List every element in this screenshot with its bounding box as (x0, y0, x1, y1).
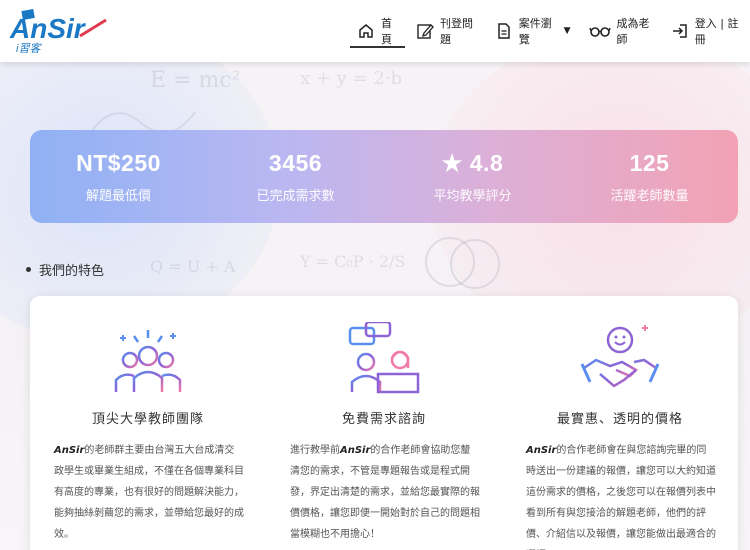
nav-become-teacher-label: 成為老師 (616, 17, 650, 46)
stat-value: ★ 4.8 (441, 149, 504, 176)
feature-transparent-pricing: 最實惠、透明的價格 AnSir的合作老師會在與您諮詢完畢的同時送出一份建議的報價… (502, 296, 738, 550)
logo-text: AnSir (9, 13, 87, 44)
feature-description-text: 的合作老師會在與您諮詢完畢的同時送出一份建議的報價，讓您可以大約知道這份需求的價… (526, 445, 716, 540)
ansir-logo[interactable]: AnSir i習客 (8, 6, 118, 55)
nav-browse-cases[interactable]: 案件瀏覽 ▼ (486, 0, 580, 62)
feature-description-text: 的合作老師會協助您釐清您的需求，不管是專題報告或是程式開發，界定出清楚的需求，並… (290, 445, 480, 540)
brand-name: AnSir (526, 445, 557, 456)
stat-completed-requests: 3456 已完成需求數 (207, 150, 384, 204)
stats-banner: NT$250 解題最低價 3456 已完成需求數 ★ 4.8 平均教學評分 12… (30, 130, 738, 223)
stat-value: 3456 (268, 149, 323, 176)
nav-post-question[interactable]: 刊登問題 (407, 0, 486, 62)
glasses-icon (588, 22, 611, 40)
feature-description-prefix: 進行教學前 (290, 445, 340, 456)
section-title-text: 我們的特色 (39, 264, 105, 279)
nav-browse-cases-label: 案件瀏覽 (518, 17, 552, 46)
document-icon (495, 22, 513, 40)
stat-value: 125 (629, 149, 670, 176)
stat-label: 解題最低價 (85, 188, 151, 204)
login-icon (671, 22, 689, 40)
logo-subtext: i習客 (16, 42, 42, 54)
stat-value: NT$250 (76, 149, 161, 176)
chevron-down-icon: ▼ (563, 26, 571, 36)
feature-title: 免費需求諮詢 (341, 412, 426, 427)
stat-lowest-price: NT$250 解題最低價 (30, 150, 207, 204)
feature-title: 頂尖大學教師團隊 (91, 412, 204, 427)
feature-free-consultation: 免費需求諮詢 進行教學前AnSir的合作老師會協助您釐清您的需求，不管是專題報告… (266, 296, 502, 550)
brand-name: AnSir (340, 445, 371, 456)
stat-average-rating: ★ 4.8 平均教學評分 (384, 150, 561, 204)
feature-description: AnSir的老師群主要由台灣五大台成清交政學生或畢業生組成，不僅在各個專業科目有… (54, 440, 244, 545)
section-title: 我們的特色 (26, 260, 104, 279)
nav-home-label: 首頁 (381, 17, 392, 46)
feature-description: AnSir的合作老師會在與您諮詢完畢的同時送出一份建議的報價，讓您可以大約知道這… (526, 440, 716, 550)
nav-login-register[interactable]: 登入 | 註冊 (662, 0, 750, 62)
consultation-chat-icon (344, 320, 424, 398)
nav-home[interactable]: 首頁 (348, 0, 407, 62)
stat-label: 平均教學評分 (433, 188, 512, 204)
home-icon (357, 22, 375, 40)
feature-teachers: 頂尖大學教師團隊 AnSir的老師群主要由台灣五大台成清交政學生或畢業生組成，不… (30, 296, 266, 550)
nav-become-teacher[interactable]: 成為老師 (580, 0, 662, 62)
stat-active-teachers: 125 活躍老師數量 (561, 150, 738, 204)
brand-name: AnSir (54, 445, 85, 456)
bullet-dot (26, 267, 31, 272)
top-navbar: AnSir i習客 首頁 刊登問題 案件瀏覽 ▼ 成為老師 登入 | 註冊 (0, 0, 750, 62)
teachers-group-icon (108, 322, 188, 398)
edit-icon (416, 22, 434, 40)
handshake-icon (580, 322, 660, 398)
stat-label: 活躍老師數量 (610, 188, 689, 204)
stat-label: 已完成需求數 (256, 188, 335, 204)
feature-description-text: 的老師群主要由台灣五大台成清交政學生或畢業生組成，不僅在各個專業科目有高度的專業… (54, 445, 244, 540)
feature-title: 最實惠、透明的價格 (556, 412, 683, 427)
feature-description: 進行教學前AnSir的合作老師會協助您釐清您的需求，不管是專題報告或是程式開發，… (290, 440, 480, 545)
features-card: 頂尖大學教師團隊 AnSir的老師群主要由台灣五大台成清交政學生或畢業生組成，不… (30, 296, 738, 550)
main-nav: 首頁 刊登問題 案件瀏覽 ▼ 成為老師 登入 | 註冊 (348, 0, 750, 62)
nav-post-question-label: 刊登問題 (440, 17, 474, 46)
nav-login-register-label: 登入 | 註冊 (694, 17, 739, 46)
